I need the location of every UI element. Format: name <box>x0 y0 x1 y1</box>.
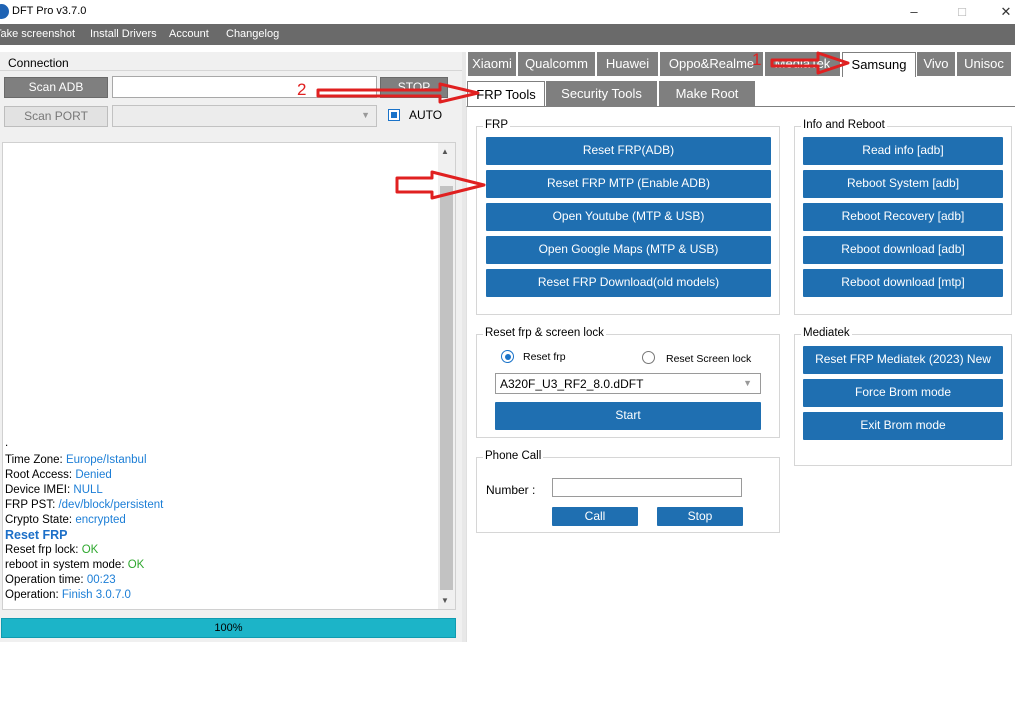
annotation-overlay <box>316 51 850 200</box>
annotation-number-1: 1 <box>752 50 762 69</box>
arrow-to-frp-tools-tab <box>316 82 480 104</box>
annotation-number-2: 2 <box>297 80 307 99</box>
arrow-to-reset-frp-mtp <box>395 170 486 200</box>
arrow-to-samsung-tab <box>770 51 850 75</box>
